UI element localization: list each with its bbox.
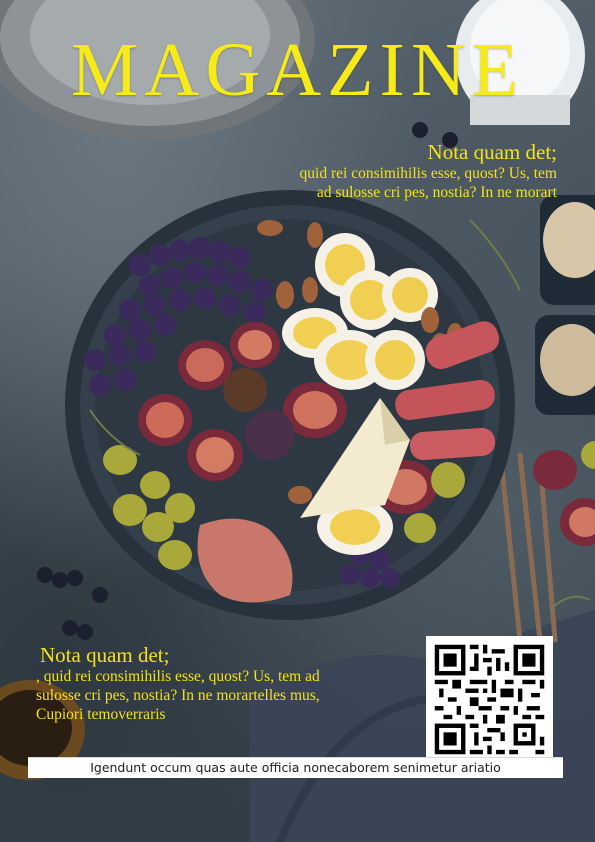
magazine-cover: MAGAZINE Nota quam det; quid rei consimi… (0, 0, 595, 842)
teaser-bottom-heading: Nota quam det; (40, 643, 170, 667)
teaser-top: Nota quam det; quid rei consimihilis ess… (297, 140, 557, 202)
qr-code (426, 636, 553, 763)
teaser-bottom: Nota quam det; , quid rei consimihilis e… (36, 643, 336, 724)
masthead-title: MAGAZINE (70, 28, 525, 112)
footer-tagline: Igendunt occum quas aute officia nonecab… (28, 757, 563, 778)
teaser-bottom-body: , quid rei consimihilis esse, quost? Us,… (36, 668, 320, 723)
teaser-top-body: quid rei consimihilis esse, quost? Us, t… (299, 165, 557, 201)
coffee-cups (535, 195, 595, 415)
teaser-top-heading: Nota quam det; (427, 140, 557, 164)
qr-code-icon (426, 636, 553, 763)
